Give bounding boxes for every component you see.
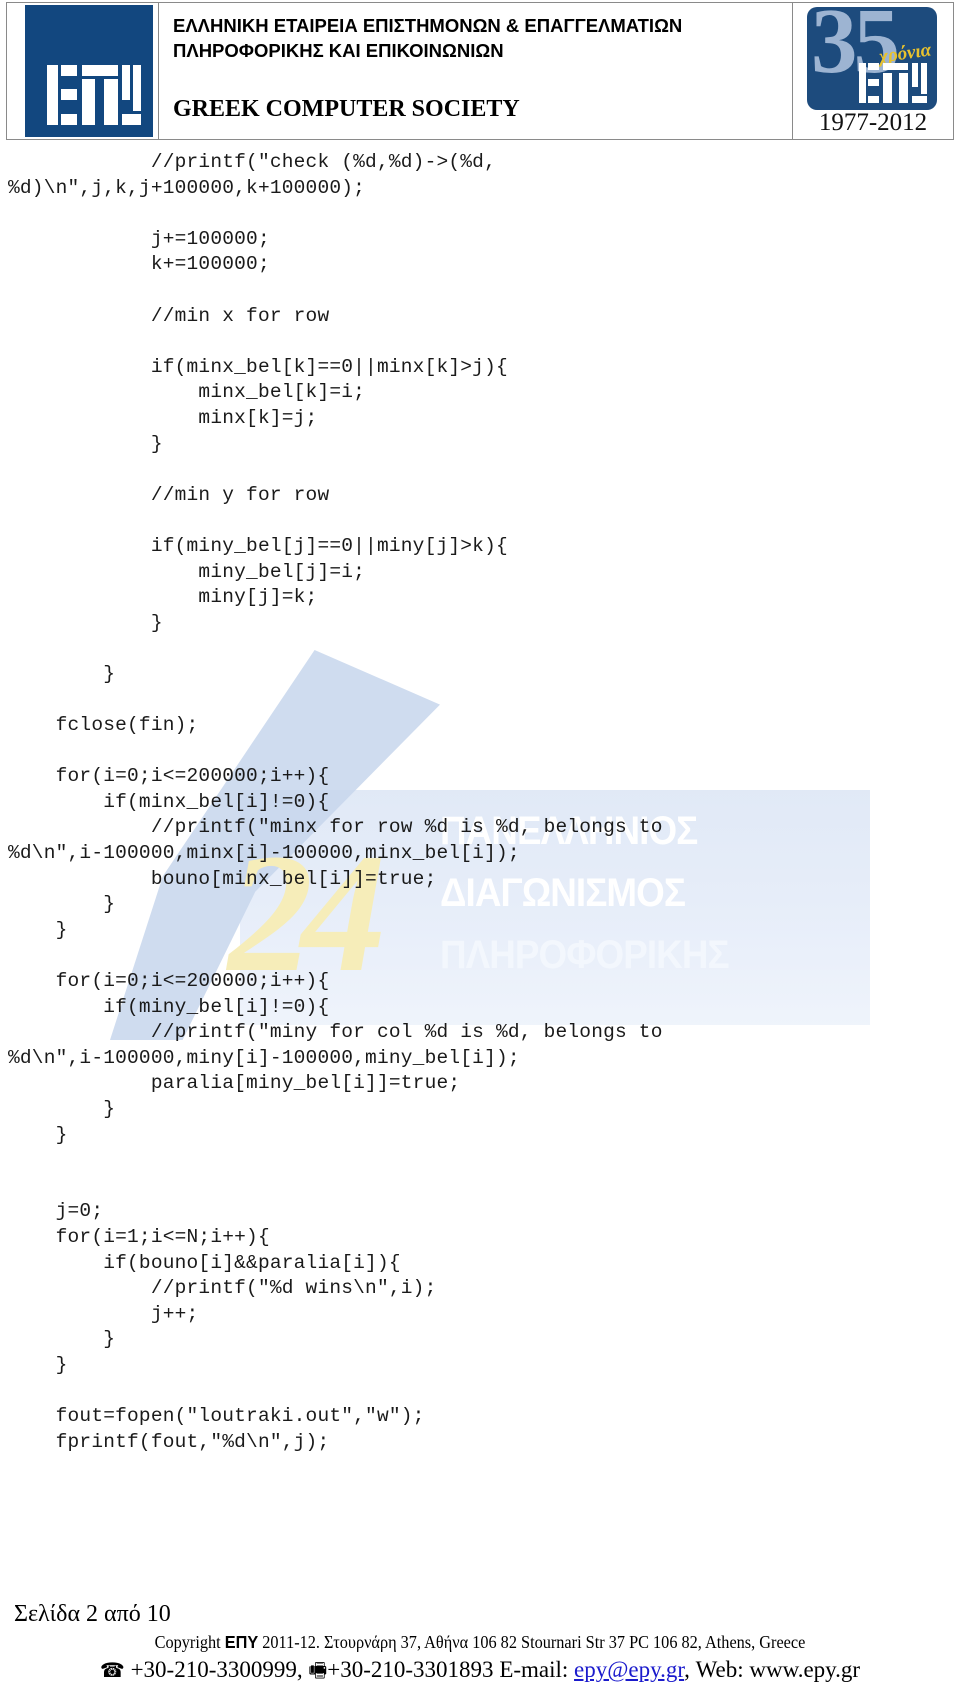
code-line: //printf("check (%d,%d)->(%d, bbox=[8, 151, 496, 173]
code-line: for(i=1;i<=N;i++){ bbox=[8, 1225, 270, 1248]
code-line: paralia[miny_bel[i]]=true; bbox=[8, 1072, 461, 1095]
code-line: j=0; bbox=[8, 1200, 104, 1223]
code-line: } bbox=[8, 1097, 116, 1120]
fax-number: +30-210-3301893 bbox=[327, 1657, 494, 1682]
copyright-prefix: Copyright bbox=[154, 1632, 225, 1652]
code-line: } bbox=[8, 1328, 116, 1351]
source-code-block: //printf("check (%d,%d)->(%d, %d)\n",j,k,… bbox=[0, 150, 960, 1455]
fax-icon: 🖷 bbox=[308, 1660, 328, 1682]
code-line: bouno[minx_bel[i]]=true; bbox=[8, 867, 437, 890]
code-line: } bbox=[8, 918, 68, 941]
org-name-line1: ΕΛΛΗΝΙΚΗ ΕΤΑΙΡΕΙΑ ΕΠΙΣΤΗΜΟΝΩΝ & ΕΠΑΓΓΕΛΜ… bbox=[173, 15, 683, 36]
code-line: fout=fopen("loutraki.out","w"); bbox=[8, 1405, 425, 1428]
anniversary-epy-mark-icon bbox=[859, 63, 929, 103]
org-name-line2: ΠΛΗΡΟΦΟΡΙΚΗΣ ΚΑΙ ΕΠΙΚΟΙΝΩΝΙΩΝ bbox=[173, 40, 504, 61]
code-line: minx[k]=j; bbox=[8, 406, 318, 429]
code-line: } bbox=[8, 1353, 68, 1376]
web-label: Web: bbox=[695, 1657, 744, 1682]
code-line: //printf("%d wins\n",i); bbox=[8, 1277, 437, 1300]
code-line: fprintf(fout,"%d\n",j); bbox=[8, 1430, 330, 1453]
code-line: if(bouno[i]&&paralia[i]){ bbox=[8, 1251, 401, 1274]
epy-logo-cell bbox=[7, 3, 159, 139]
code-line: if(miny_bel[i]!=0){ bbox=[8, 995, 330, 1018]
anniversary-years: 1977-2012 bbox=[818, 109, 928, 136]
code-line: } bbox=[8, 611, 163, 634]
code-line: } bbox=[8, 1123, 68, 1146]
code-line: if(minx_bel[k]==0||minx[k]>j){ bbox=[8, 355, 508, 378]
organization-title-cell: ΕΛΛΗΝΙΚΗ ΕΤΑΙΡΕΙΑ ΕΠΙΣΤΗΜΟΝΩΝ & ΕΠΑΓΓΕΛΜ… bbox=[159, 3, 793, 139]
code-line: j++; bbox=[8, 1302, 199, 1325]
epy-logo-icon bbox=[25, 5, 153, 137]
code-line: //printf("miny for col %d is %d, belongs… bbox=[8, 1021, 663, 1044]
anniversary-cell: 35 χρόνια 1977-2012 bbox=[793, 3, 953, 139]
code-line: %d\n",i-100000,miny[i]-100000,miny_bel[i… bbox=[8, 1046, 520, 1069]
phone-icon: ☎ bbox=[99, 1660, 125, 1682]
code-line: if(miny_bel[j]==0||miny[j]>k){ bbox=[8, 534, 508, 557]
code-line: } bbox=[8, 662, 116, 685]
anniversary-badge-icon: 35 χρόνια bbox=[807, 7, 937, 110]
code-line: for(i=0;i<=200000;i++){ bbox=[8, 765, 330, 788]
code-line: %d)\n",j,k,j+100000,k+100000); bbox=[8, 176, 366, 199]
page-header: ΕΛΛΗΝΙΚΗ ΕΤΑΙΡΕΙΑ ΕΠΙΣΤΗΜΟΝΩΝ & ΕΠΑΓΓΕΛΜ… bbox=[0, 0, 960, 146]
code-line: if(minx_bel[i]!=0){ bbox=[8, 790, 330, 813]
email-link[interactable]: epy@epy.gr bbox=[574, 1657, 684, 1682]
code-line: minx_bel[k]=i; bbox=[8, 381, 366, 404]
contact-line: ☎ +30-210-3300999, 🖷+30-210-3301893 E-ma… bbox=[0, 1655, 960, 1690]
code-line: j+=100000; bbox=[8, 227, 270, 250]
copyright-address: 2011-12. Στουρνάρη 37, Αθήνα 106 82 Stou… bbox=[258, 1632, 806, 1652]
code-line: //printf("minx for row %d is %d, belongs… bbox=[8, 816, 663, 839]
email-comma: , bbox=[684, 1657, 690, 1682]
code-line: fclose(fin); bbox=[8, 714, 199, 737]
phone-number: +30-210-3300999, bbox=[130, 1657, 303, 1682]
page-footer: Σελίδα 2 από 10 Copyright ΕΠΥ 2011-12. Σ… bbox=[0, 1599, 960, 1690]
code-line: miny[j]=k; bbox=[8, 586, 318, 609]
code-line: k+=100000; bbox=[8, 253, 270, 276]
page-number: Σελίδα 2 από 10 bbox=[14, 1601, 171, 1627]
web-address: www.epy.gr bbox=[749, 1657, 861, 1682]
code-line: miny_bel[j]=i; bbox=[8, 560, 366, 583]
org-name-english: GREEK COMPUTER SOCIETY bbox=[173, 96, 520, 122]
code-line: for(i=0;i<=200000;i++){ bbox=[8, 970, 330, 992]
epy-lettermark-icon bbox=[47, 65, 141, 125]
code-line: //min x for row bbox=[8, 304, 330, 327]
code-line: //min y for row bbox=[8, 483, 330, 506]
header-banner: ΕΛΛΗΝΙΚΗ ΕΤΑΙΡΕΙΑ ΕΠΙΣΤΗΜΟΝΩΝ & ΕΠΑΓΓΕΛΜ… bbox=[6, 2, 954, 140]
code-line: %d\n",i-100000,minx[i]-100000,minx_bel[i… bbox=[8, 842, 520, 865]
copyright-line: Copyright ΕΠΥ 2011-12. Στουρνάρη 37, Αθή… bbox=[34, 1629, 927, 1655]
code-line: } bbox=[8, 432, 163, 455]
copyright-mark: ΕΠΥ bbox=[224, 1632, 259, 1652]
email-label: E-mail: bbox=[499, 1657, 569, 1682]
code-line: } bbox=[8, 893, 116, 916]
